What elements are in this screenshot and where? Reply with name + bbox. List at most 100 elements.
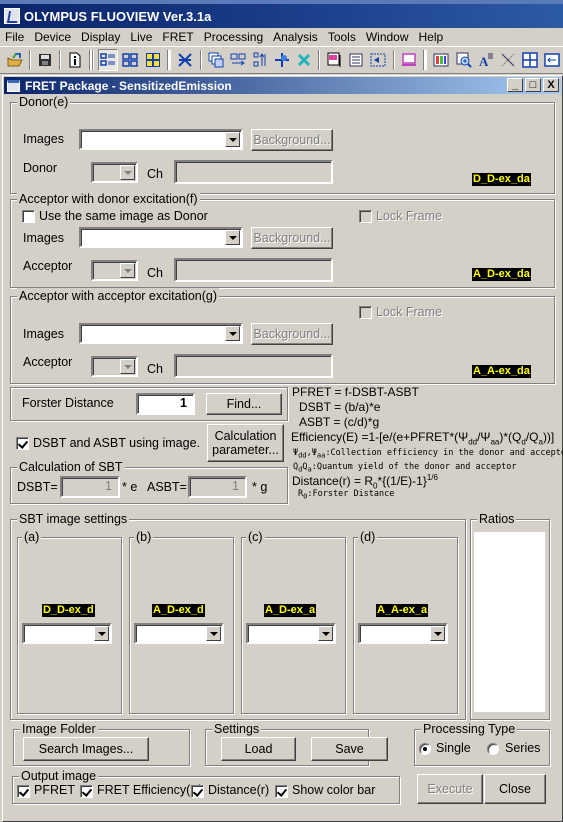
chevron-down-icon[interactable]: [225, 132, 240, 147]
close-button[interactable]: Close: [484, 774, 546, 804]
lock-frame-checkbox-g[interactable]: [359, 306, 372, 319]
arrange-icon[interactable]: [542, 49, 562, 71]
formula-asbt: ASBT = (c/d)*g: [299, 415, 380, 429]
chevron-down-icon[interactable]: [120, 165, 135, 180]
same-image-checkbox[interactable]: [22, 210, 35, 223]
layout-color-icon[interactable]: [143, 49, 163, 71]
series-icon[interactable]: [228, 49, 248, 71]
chevron-down-icon[interactable]: [430, 626, 445, 641]
palette-icon[interactable]: [431, 49, 451, 71]
minimize-button[interactable]: _: [507, 78, 523, 92]
calculation-parameter-button[interactable]: Calculation parameter...: [207, 424, 284, 462]
acceptor-g-ch-label: Ch: [147, 362, 163, 376]
asbt-label: ASBT=: [147, 480, 187, 494]
menu-window[interactable]: Window: [361, 30, 414, 44]
single-radio[interactable]: [419, 743, 431, 755]
donor-ch-label: Ch: [147, 167, 163, 181]
fret-efficiency-checkbox[interactable]: [80, 785, 93, 798]
menu-tools[interactable]: Tools: [323, 30, 361, 44]
tile-icon[interactable]: [520, 49, 540, 71]
donor-background-button[interactable]: Background...: [251, 129, 333, 151]
search-images-button[interactable]: Search Images...: [23, 737, 149, 761]
sbt-panel-c-label: (c): [246, 529, 265, 545]
menu-display[interactable]: Display: [76, 30, 125, 44]
formula-psi-note: Ψdd,Ψaa:Collection efficiency in the don…: [293, 448, 563, 460]
series-radio[interactable]: [487, 743, 499, 755]
chevron-down-icon[interactable]: [318, 626, 333, 641]
line-icon[interactable]: [498, 49, 518, 71]
close-window-button[interactable]: X: [543, 78, 559, 92]
save-icon[interactable]: [35, 49, 55, 71]
chevron-down-icon[interactable]: [120, 359, 135, 374]
chevron-down-icon[interactable]: [225, 230, 240, 245]
donor-images-label: Images: [23, 132, 64, 146]
acceptor-g-channel-combo[interactable]: [91, 356, 138, 377]
menu-help[interactable]: Help: [414, 30, 449, 44]
chevron-down-icon[interactable]: [120, 263, 135, 278]
fret-efficiency-label: FRET Efficiency(E): [97, 783, 203, 797]
menu-file[interactable]: File: [0, 30, 29, 44]
ratios-list[interactable]: [474, 532, 545, 712]
cross-icon[interactable]: [294, 49, 314, 71]
stack-icon[interactable]: [206, 49, 226, 71]
acceptor-g-background-button[interactable]: Background...: [251, 323, 333, 345]
select-icon[interactable]: [368, 49, 388, 71]
sort-icon[interactable]: [250, 49, 270, 71]
acceptor-f-tag: A_D-ex_da: [472, 268, 531, 281]
execute-button[interactable]: Execute: [417, 774, 483, 804]
menu-analysis[interactable]: Analysis: [268, 30, 323, 44]
menu-fret[interactable]: FRET: [157, 30, 198, 44]
asbt-field[interactable]: 1: [188, 476, 247, 498]
sbt-panel-c-combo[interactable]: [246, 623, 336, 644]
save-button[interactable]: Save: [311, 737, 388, 761]
donor-ch-field[interactable]: [174, 160, 333, 184]
acceptor-f-background-button[interactable]: Background...: [251, 227, 333, 249]
layout-grid-icon[interactable]: [120, 49, 140, 71]
scan-icon[interactable]: [175, 49, 195, 71]
donor-images-combo[interactable]: [79, 129, 243, 150]
sbt-panel-b-combo[interactable]: [134, 623, 224, 644]
acceptor-f-images-combo[interactable]: [79, 227, 243, 248]
font-icon[interactable]: A: [476, 49, 496, 71]
maximize-button[interactable]: □: [525, 78, 541, 92]
sbt-image-checkbox[interactable]: [16, 437, 29, 450]
toolbar: A: [0, 46, 563, 74]
sbt-panel-d-combo[interactable]: [358, 623, 448, 644]
sbt-panel-b-label: (b): [134, 529, 154, 545]
menu-processing[interactable]: Processing: [199, 30, 268, 44]
acceptor-g-images-label: Images: [23, 327, 64, 341]
asbt-suffix: * g: [252, 480, 268, 494]
menu-device[interactable]: Device: [29, 30, 76, 44]
chevron-down-icon[interactable]: [94, 626, 109, 641]
distance-checkbox[interactable]: [191, 785, 204, 798]
acceptor-g-tag: A_A-ex_da: [472, 365, 531, 378]
zoom-icon[interactable]: [454, 49, 474, 71]
move-icon[interactable]: [272, 49, 292, 71]
pfret-checkbox[interactable]: [17, 785, 30, 798]
list-icon[interactable]: [346, 49, 366, 71]
donor-channel-combo[interactable]: [91, 162, 138, 183]
chevron-down-icon[interactable]: [206, 626, 221, 641]
sbt-panel-a-combo[interactable]: [22, 623, 112, 644]
menu-live[interactable]: Live: [125, 30, 157, 44]
single-label: Single: [436, 741, 471, 755]
dialog-window-icon: [7, 79, 20, 92]
acceptor-f-ch-field[interactable]: [174, 258, 333, 282]
export-icon[interactable]: [324, 49, 344, 71]
lock-frame-checkbox-f[interactable]: [359, 210, 372, 223]
acceptor-f-channel-combo[interactable]: [91, 260, 138, 281]
find-button[interactable]: Find...: [206, 393, 282, 415]
acceptor-g-images-combo[interactable]: [79, 323, 243, 344]
info-icon[interactable]: [65, 49, 85, 71]
layout-list-icon[interactable]: [98, 49, 119, 71]
acceptor-g-ch-field[interactable]: [174, 354, 333, 378]
show-color-bar-checkbox[interactable]: [275, 785, 288, 798]
sbt-panel-c-tag: A_D-ex_a: [264, 604, 317, 617]
load-button[interactable]: Load: [221, 737, 296, 761]
forster-distance-field[interactable]: 1: [136, 393, 195, 415]
donor-channel-label: Donor: [23, 161, 58, 175]
monitor-icon[interactable]: [399, 49, 419, 71]
chevron-down-icon[interactable]: [225, 326, 240, 341]
dsbt-field[interactable]: 1: [60, 476, 120, 498]
open-icon[interactable]: [5, 49, 25, 71]
